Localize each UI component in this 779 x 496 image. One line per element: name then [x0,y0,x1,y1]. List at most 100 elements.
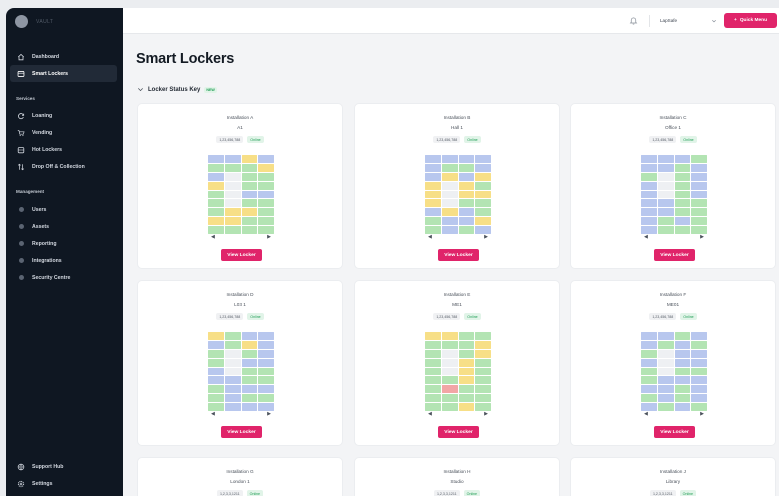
locker-cell[interactable] [425,155,441,163]
locker-cell[interactable] [641,172,657,181]
locker-cell[interactable] [458,217,475,226]
locker-cell[interactable] [458,349,475,358]
locker-cell[interactable] [674,155,691,163]
view-locker-button[interactable]: View Locker [654,249,695,261]
locker-cell[interactable] [441,172,458,181]
view-locker-button[interactable]: View Locker [654,426,695,438]
brand[interactable]: VAULT [15,15,53,28]
locker-cell[interactable] [674,163,691,172]
locker-cell[interactable] [641,403,657,411]
locker-cell[interactable] [458,340,475,349]
locker-cell[interactable] [258,172,274,181]
locker-cell[interactable] [441,208,458,217]
locker-cell[interactable] [241,376,258,385]
locker-cell[interactable] [691,190,707,199]
view-locker-button[interactable]: View Locker [438,426,479,438]
locker-cell[interactable] [657,155,674,163]
locker-cell[interactable] [657,385,674,394]
next-arrow-icon[interactable]: ▶ [267,234,271,242]
locker-cell[interactable] [208,172,224,181]
locker-cell[interactable] [458,181,475,190]
locker-cell[interactable] [657,226,674,234]
locker-cell[interactable] [224,226,241,234]
locker-cell[interactable] [425,367,441,376]
locker-cell[interactable] [475,394,491,403]
locker-cell[interactable] [258,163,274,172]
sidebar-item-vending[interactable]: Vending [10,124,117,141]
next-arrow-icon[interactable]: ▶ [700,234,704,242]
locker-cell[interactable] [458,199,475,208]
locker-cell[interactable] [674,394,691,403]
locker-cell[interactable] [674,190,691,199]
locker-cell[interactable] [425,190,441,199]
locker-cell[interactable] [641,385,657,394]
locker-cell[interactable] [224,332,241,340]
locker-cell[interactable] [475,358,491,367]
locker-cell[interactable] [458,367,475,376]
locker-cell[interactable] [674,208,691,217]
locker-cell[interactable] [674,403,691,411]
bell-icon[interactable] [629,16,638,25]
locker-cell[interactable] [224,385,241,394]
sidebar-item-reporting[interactable]: Reporting [10,235,117,252]
sidebar-item-support-hub[interactable]: Support Hub [10,458,117,475]
locker-cell[interactable] [208,199,224,208]
locker-cell[interactable] [691,172,707,181]
locker-cell[interactable] [657,367,674,376]
locker-cell[interactable] [641,376,657,385]
next-arrow-icon[interactable]: ▶ [484,411,488,419]
locker-cell[interactable] [641,394,657,403]
locker-cell[interactable] [258,199,274,208]
locker-cell[interactable] [475,217,491,226]
locker-cell[interactable] [691,394,707,403]
locker-cell[interactable] [458,403,475,411]
locker-cell[interactable] [425,385,441,394]
locker-cell[interactable] [674,199,691,208]
locker-cell[interactable] [475,403,491,411]
locker-cell[interactable] [441,163,458,172]
locker-cell[interactable] [691,376,707,385]
locker-cell[interactable] [241,155,258,163]
locker-cell[interactable] [641,358,657,367]
locker-cell[interactable] [441,340,458,349]
locker-cell[interactable] [224,217,241,226]
locker-cell[interactable] [657,208,674,217]
locker-cell[interactable] [425,340,441,349]
locker-cell[interactable] [258,332,274,340]
locker-cell[interactable] [208,208,224,217]
locker-cell[interactable] [674,385,691,394]
locker-cell[interactable] [258,367,274,376]
locker-cell[interactable] [441,367,458,376]
locker-cell[interactable] [208,190,224,199]
locker-cell[interactable] [641,367,657,376]
locker-cell[interactable] [241,217,258,226]
locker-cell[interactable] [475,181,491,190]
locker-cell[interactable] [241,181,258,190]
locker-cell[interactable] [441,332,458,340]
locker-cell[interactable] [441,376,458,385]
locker-cell[interactable] [691,332,707,340]
locker-cell[interactable] [241,226,258,234]
locker-cell[interactable] [224,199,241,208]
locker-cell[interactable] [258,181,274,190]
locker-cell[interactable] [208,385,224,394]
locker-cell[interactable] [258,349,274,358]
locker-cell[interactable] [674,367,691,376]
locker-cell[interactable] [657,358,674,367]
prev-arrow-icon[interactable]: ◀ [644,234,648,242]
locker-cell[interactable] [475,376,491,385]
locker-cell[interactable] [425,199,441,208]
locker-cell[interactable] [224,190,241,199]
locker-cell[interactable] [241,332,258,340]
locker-cell[interactable] [475,199,491,208]
locker-cell[interactable] [425,226,441,234]
locker-cell[interactable] [425,403,441,411]
sidebar-item-drop-off[interactable]: Drop Off & Collection [10,158,117,175]
locker-cell[interactable] [208,403,224,411]
locker-cell[interactable] [674,217,691,226]
locker-cell[interactable] [224,181,241,190]
locker-cell[interactable] [208,349,224,358]
locker-cell[interactable] [425,172,441,181]
locker-cell[interactable] [425,394,441,403]
sidebar-item-security-centre[interactable]: Security Centre [10,269,117,286]
